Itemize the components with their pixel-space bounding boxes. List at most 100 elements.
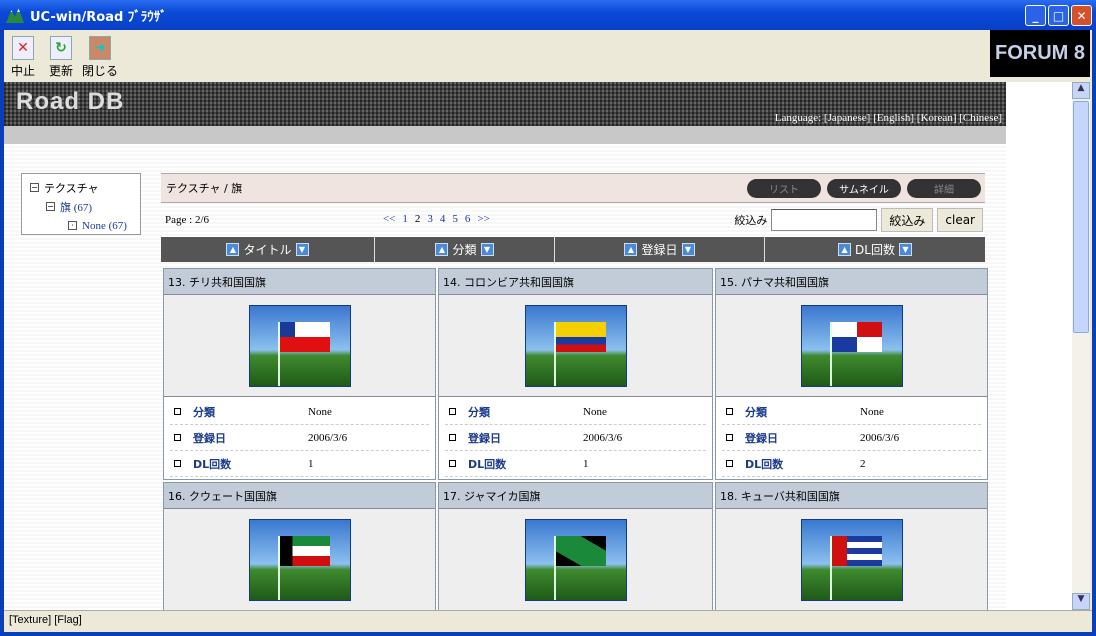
field-label: 登録日 <box>468 431 501 445</box>
sort-label: 分類 <box>452 243 477 257</box>
sort-desc-icon[interactable]: ▼ <box>898 243 912 256</box>
collapse-icon[interactable]: − <box>30 183 39 192</box>
detail-row: 分類 None <box>445 399 706 425</box>
stop-icon: ✕ <box>12 36 34 60</box>
flag-card[interactable]: 15. パナマ共和国国旗 分類 None 登録日 2006/3/6 DL回数 2 <box>715 268 988 480</box>
page-link[interactable]: 5 <box>452 213 458 225</box>
flag-card[interactable]: 17. ジャマイカ国旗 <box>438 482 713 610</box>
maximize-button[interactable]: □ <box>1048 5 1069 26</box>
card-image-area <box>439 509 712 610</box>
stop-button[interactable]: ✕ 中止 <box>6 36 40 79</box>
flag-cuba <box>831 535 882 566</box>
field-value: 2006/3/6 <box>860 431 900 444</box>
flag-thumbnail[interactable] <box>800 518 903 601</box>
flag-thumbnail[interactable] <box>248 304 351 387</box>
tree-item-texture[interactable]: − テクスチャ <box>30 178 132 197</box>
vertical-scrollbar[interactable]: ▲ ▼ <box>1072 82 1090 610</box>
flag-thumbnail[interactable] <box>248 518 351 601</box>
scroll-up-button[interactable]: ▲ <box>1072 82 1090 99</box>
detail-view-button[interactable]: 詳細 <box>907 179 981 198</box>
close-button[interactable]: ➜ 閉じる <box>80 36 120 79</box>
next-page-link[interactable]: >> <box>477 213 489 225</box>
tree-link-flag[interactable]: 旗 (67) <box>60 199 92 215</box>
sort-label: DL回数 <box>855 243 895 257</box>
pagination: << 1 2 3 4 5 6 >> <box>383 213 490 225</box>
field-label: 登録日 <box>745 431 778 445</box>
tree-item-flag[interactable]: − 旗 (67) <box>30 197 132 216</box>
card-image-area <box>716 295 987 397</box>
page-link[interactable]: 6 <box>465 213 471 225</box>
close-window-button[interactable]: ✕ <box>1071 5 1092 26</box>
stop-label: 中止 <box>10 64 35 78</box>
flag-thumbnail[interactable] <box>524 304 627 387</box>
card-title[interactable]: 13. チリ共和国国旗 <box>164 269 435 295</box>
filter-label: 絞込み <box>734 214 768 227</box>
thumbnail-view-button[interactable]: サムネイル <box>827 179 901 198</box>
scroll-down-button[interactable]: ▼ <box>1072 593 1090 610</box>
card-title[interactable]: 17. ジャマイカ国旗 <box>439 483 712 509</box>
sort-asc-icon[interactable]: ▲ <box>226 243 240 256</box>
road-db-logo: Road DB <box>16 88 125 115</box>
flag-card[interactable]: 14. コロンビア共和国国旗 分類 None 登録日 2006/3/6 DL回数 1 <box>438 268 713 480</box>
app-icon <box>6 8 24 23</box>
filter-input[interactable] <box>771 209 878 231</box>
tree-item-none[interactable]: · None (67) <box>30 216 132 235</box>
refresh-label: 更新 <box>48 64 73 78</box>
bullet-icon <box>174 434 181 441</box>
page-link[interactable]: 4 <box>440 213 446 225</box>
sort-header: ▲ タイトル ▼ ▲ 分類 ▼ ▲ 登録日 ▼ ▲ DL回数 ▼ <box>161 237 985 262</box>
sort-asc-icon[interactable]: ▲ <box>624 243 638 256</box>
bullet-icon <box>449 434 456 441</box>
page-link[interactable]: 1 <box>402 213 408 225</box>
field-label: DL回数 <box>745 457 784 471</box>
card-title[interactable]: 16. クウェート国国旗 <box>164 483 435 509</box>
flag-chile <box>279 321 330 352</box>
leaf-icon: · <box>68 221 77 230</box>
field-label: 登録日 <box>193 431 226 445</box>
minimize-button[interactable]: _ <box>1025 5 1046 26</box>
collapse-icon[interactable]: − <box>46 202 55 211</box>
status-bar: [Texture] [Flag] <box>4 610 1092 630</box>
flag-panama <box>831 321 882 352</box>
detail-row: DL回数 2 <box>722 451 981 477</box>
card-title[interactable]: 14. コロンビア共和国国旗 <box>439 269 712 295</box>
card-image-area <box>164 509 435 610</box>
sort-dl: ▲ DL回数 ▼ <box>765 237 985 262</box>
sort-desc-icon[interactable]: ▼ <box>295 243 309 256</box>
flag-thumbnail[interactable] <box>524 518 627 601</box>
card-image-area <box>439 295 712 397</box>
card-title[interactable]: 15. パナマ共和国国旗 <box>716 269 987 295</box>
page-link[interactable]: 3 <box>427 213 433 225</box>
prev-page-link[interactable]: << <box>383 213 395 225</box>
refresh-button[interactable]: ↻ 更新 <box>44 36 78 79</box>
field-value: 2006/3/6 <box>308 431 348 444</box>
bullet-icon <box>726 434 733 441</box>
filter-button[interactable]: 絞込み <box>881 208 934 232</box>
language-links[interactable]: Language: [Japanese] [English] [Korean] … <box>775 112 1002 124</box>
browser-view: Road DB Language: [Japanese] [English] [… <box>4 82 1072 610</box>
site-header: Road DB Language: [Japanese] [English] [… <box>4 82 1006 126</box>
sort-asc-icon[interactable]: ▲ <box>838 243 852 256</box>
flag-colombia <box>555 321 606 352</box>
flag-card[interactable]: 16. クウェート国国旗 <box>163 482 436 610</box>
sort-desc-icon[interactable]: ▼ <box>681 243 695 256</box>
field-value: None <box>308 405 332 418</box>
sort-asc-icon[interactable]: ▲ <box>435 243 449 256</box>
tree-link-none[interactable]: None (67) <box>82 220 127 232</box>
window-title: UC-win/Road ﾌﾞﾗｳｻﾞ <box>30 9 167 25</box>
flag-card[interactable]: 13. チリ共和国国旗 分類 None 登録日 2006/3/6 DL回数 1 <box>163 268 436 480</box>
field-label: 分類 <box>193 405 215 419</box>
forum8-logo: FORUM 8 <box>990 30 1090 77</box>
sort-label: 登録日 <box>641 243 678 257</box>
list-view-button[interactable]: リスト <box>747 179 821 198</box>
breadcrumb-bar: テクスチャ / 旗 リスト サムネイル 詳細 <box>161 173 985 203</box>
title-bar: UC-win/Road ﾌﾞﾗｳｻﾞ _ □ ✕ <box>0 0 1096 30</box>
field-value: 1 <box>308 457 314 470</box>
flag-card[interactable]: 18. キューバ共和国国旗 <box>715 482 988 610</box>
clear-button[interactable]: clear <box>937 208 983 232</box>
card-title[interactable]: 18. キューバ共和国国旗 <box>716 483 987 509</box>
flag-thumbnail[interactable] <box>800 304 903 387</box>
card-image-area <box>716 509 987 610</box>
scroll-thumb[interactable] <box>1073 101 1089 333</box>
sort-desc-icon[interactable]: ▼ <box>480 243 494 256</box>
